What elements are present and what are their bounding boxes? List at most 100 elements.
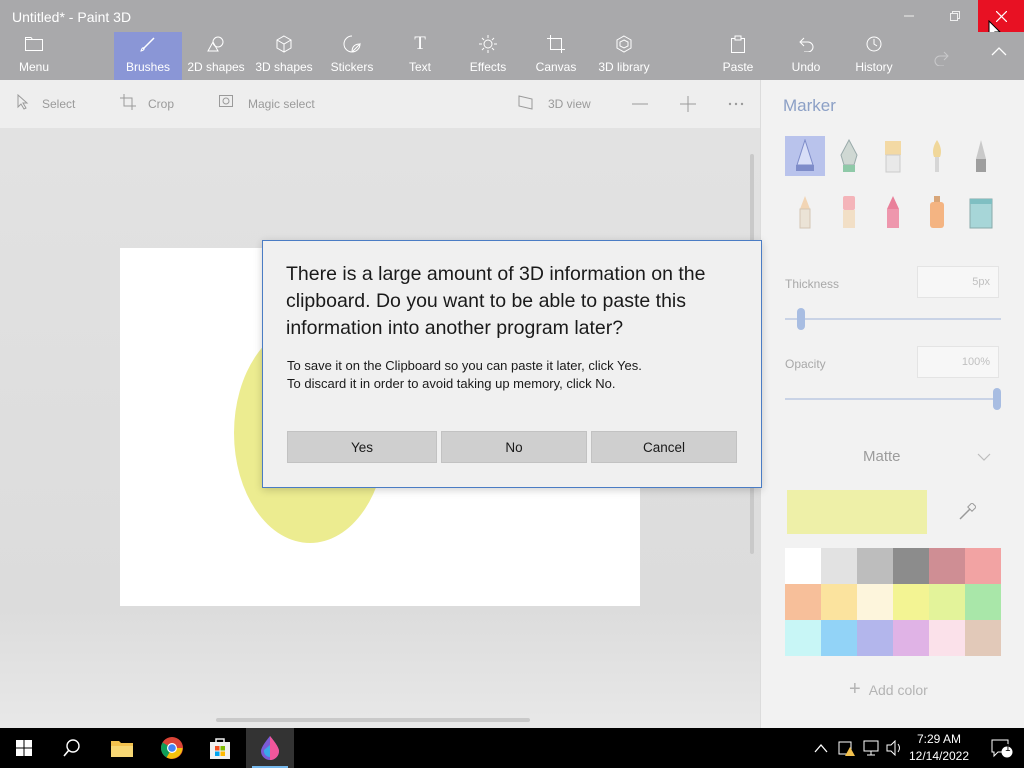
crayon-tool[interactable] bbox=[873, 192, 913, 232]
tab-label: Effects bbox=[469, 60, 507, 74]
marker-tool[interactable] bbox=[785, 136, 825, 176]
eyedropper-button[interactable] bbox=[945, 490, 989, 534]
store-button[interactable] bbox=[196, 728, 244, 768]
minimize-button[interactable] bbox=[886, 0, 932, 32]
crayon-icon bbox=[887, 196, 899, 228]
selected-color-swatch[interactable] bbox=[787, 490, 927, 534]
color-swatch[interactable] bbox=[893, 620, 929, 656]
paste-button[interactable]: Paste bbox=[718, 32, 758, 80]
add-color-button[interactable]: + Add color bbox=[849, 678, 928, 701]
collapse-ribbon-button[interactable] bbox=[984, 32, 1014, 80]
3d-library-icon bbox=[614, 34, 634, 54]
tab-2d-shapes[interactable]: 2D shapes bbox=[186, 32, 246, 80]
network-icon bbox=[863, 740, 879, 756]
zoom-out-button[interactable] bbox=[632, 80, 648, 128]
menu-button[interactable]: Menu bbox=[10, 32, 58, 80]
select-button[interactable]: Select bbox=[16, 80, 75, 128]
opacity-label: Opacity bbox=[785, 357, 826, 371]
color-swatch[interactable] bbox=[857, 584, 893, 620]
pencil-tool[interactable] bbox=[785, 192, 825, 232]
dialog-body: To save it on the Clipboard so you can p… bbox=[287, 357, 747, 393]
security-tray-button[interactable] bbox=[838, 728, 856, 768]
color-swatch[interactable] bbox=[893, 584, 929, 620]
cancel-button[interactable]: Cancel bbox=[591, 431, 737, 463]
volume-button[interactable] bbox=[886, 728, 904, 768]
stickers-icon bbox=[342, 34, 362, 54]
color-swatch[interactable] bbox=[965, 620, 1001, 656]
watercolor-tool[interactable] bbox=[917, 136, 957, 176]
color-swatch[interactable] bbox=[821, 548, 857, 584]
color-swatch[interactable] bbox=[893, 548, 929, 584]
chrome-button[interactable] bbox=[148, 728, 196, 768]
thickness-slider-track[interactable] bbox=[785, 318, 1001, 320]
clipboard-dialog: There is a large amount of 3D informatio… bbox=[262, 240, 762, 488]
color-swatch[interactable] bbox=[857, 620, 893, 656]
crop-button[interactable]: Crop bbox=[120, 80, 174, 128]
color-swatch[interactable] bbox=[929, 620, 965, 656]
restore-icon bbox=[950, 11, 960, 21]
opacity-slider-thumb[interactable] bbox=[993, 388, 1001, 410]
opacity-input[interactable]: 100% bbox=[917, 346, 999, 378]
thickness-slider-thumb[interactable] bbox=[797, 308, 806, 330]
dialog-line-1: To save it on the Clipboard so you can p… bbox=[287, 358, 642, 373]
3d-view-button[interactable]: 3D view bbox=[518, 80, 591, 128]
network-button[interactable] bbox=[862, 728, 880, 768]
opacity-slider-track[interactable] bbox=[785, 398, 1001, 400]
color-swatch[interactable] bbox=[857, 548, 893, 584]
finish-dropdown[interactable]: Matte bbox=[863, 448, 901, 465]
history-button[interactable]: History bbox=[850, 32, 898, 80]
action-center-button[interactable]: 1 bbox=[980, 728, 1024, 768]
crop-icon bbox=[120, 94, 136, 114]
undo-icon bbox=[796, 34, 816, 54]
oil-brush-tool[interactable] bbox=[873, 136, 913, 176]
paint-3d-taskbar-button[interactable] bbox=[246, 728, 294, 768]
color-swatch[interactable] bbox=[785, 584, 821, 620]
ribbon: Menu Brushes 2D shapes 3D shapes Sticker… bbox=[0, 32, 1024, 80]
color-swatch[interactable] bbox=[821, 620, 857, 656]
color-swatch[interactable] bbox=[785, 548, 821, 584]
restore-button[interactable] bbox=[932, 0, 978, 32]
color-swatch[interactable] bbox=[785, 620, 821, 656]
file-explorer-button[interactable] bbox=[98, 728, 146, 768]
more-options-button[interactable] bbox=[728, 80, 744, 128]
color-swatch[interactable] bbox=[965, 548, 1001, 584]
eraser-tool[interactable] bbox=[829, 192, 869, 232]
color-swatch[interactable] bbox=[929, 548, 965, 584]
thickness-input[interactable]: 5px bbox=[917, 266, 999, 298]
calligraphy-pen-tool[interactable] bbox=[829, 136, 869, 176]
tab-3d-shapes[interactable]: 3D shapes bbox=[254, 32, 314, 80]
fill-bucket-icon bbox=[969, 198, 993, 229]
add-color-label: Add color bbox=[868, 681, 928, 698]
tab-brushes[interactable]: Brushes bbox=[114, 32, 182, 80]
no-button[interactable]: No bbox=[441, 431, 587, 463]
color-swatch[interactable] bbox=[929, 584, 965, 620]
search-button[interactable] bbox=[48, 728, 96, 768]
history-icon bbox=[864, 34, 884, 54]
start-button[interactable] bbox=[0, 728, 48, 768]
3d-view-label: 3D view bbox=[548, 97, 591, 111]
tab-text[interactable]: T Text bbox=[400, 32, 440, 80]
chevron-up-icon bbox=[814, 744, 828, 753]
tab-3d-library[interactable]: 3D library bbox=[594, 32, 654, 80]
paint-3d-icon bbox=[261, 736, 279, 760]
color-swatch[interactable] bbox=[965, 584, 1001, 620]
pixel-pen-tool[interactable] bbox=[961, 136, 1001, 176]
yes-button[interactable]: Yes bbox=[287, 431, 437, 463]
spray-can-tool[interactable] bbox=[917, 192, 957, 232]
tab-canvas[interactable]: Canvas bbox=[532, 32, 580, 80]
tab-label: Brushes bbox=[125, 60, 171, 74]
show-hidden-icons-button[interactable] bbox=[814, 728, 828, 768]
tab-effects[interactable]: Effects bbox=[466, 32, 510, 80]
chevron-down-icon[interactable] bbox=[977, 452, 991, 462]
magic-select-button[interactable]: Magic select bbox=[218, 80, 315, 128]
color-swatch[interactable] bbox=[821, 584, 857, 620]
tab-stickers[interactable]: Stickers bbox=[326, 32, 378, 80]
canvas-icon bbox=[546, 34, 566, 54]
horizontal-scrollbar[interactable] bbox=[216, 718, 530, 722]
undo-button[interactable]: Undo bbox=[786, 32, 826, 80]
zoom-in-button[interactable] bbox=[680, 80, 696, 128]
clock[interactable]: 7:29 AM 12/14/2022 bbox=[904, 731, 974, 765]
minus-icon bbox=[632, 103, 648, 105]
redo-button[interactable] bbox=[922, 32, 962, 80]
fill-tool[interactable] bbox=[961, 192, 1001, 232]
